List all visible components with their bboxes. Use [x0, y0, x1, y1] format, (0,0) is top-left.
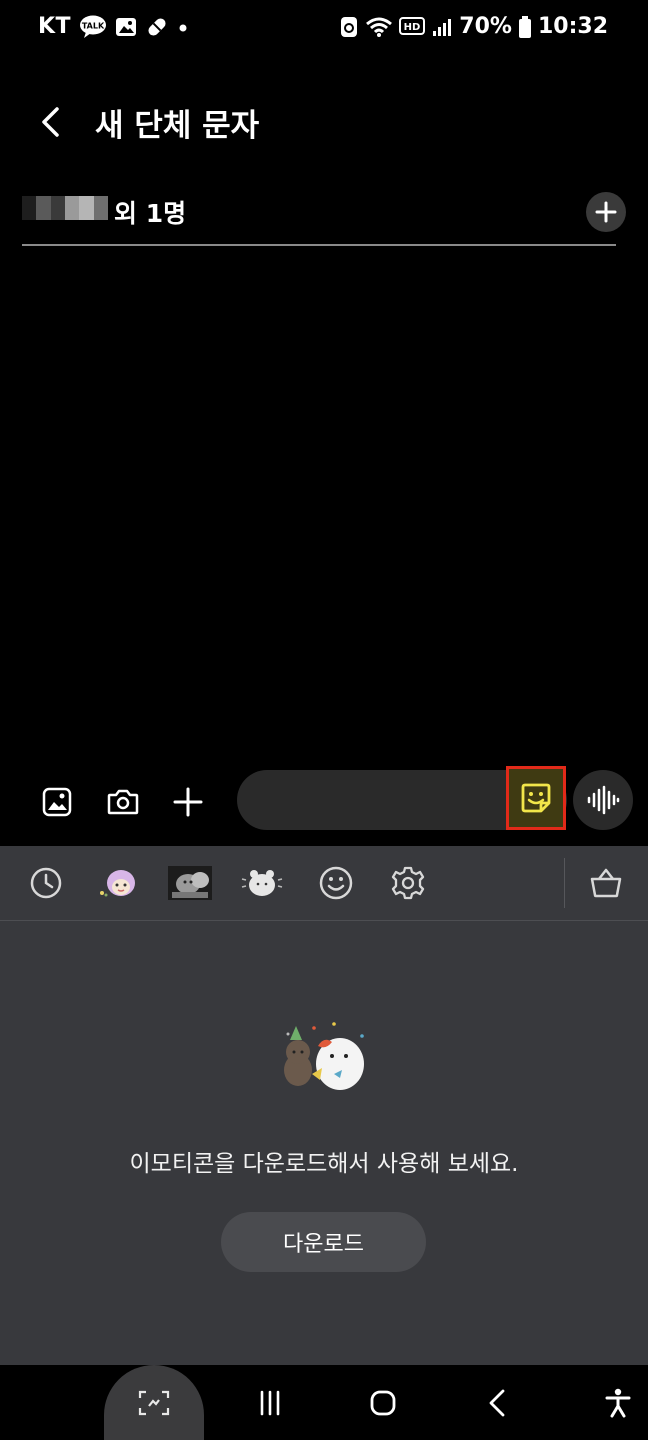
- carrier-label: KT: [38, 14, 72, 39]
- recipient-count: 외 1명: [114, 199, 187, 228]
- tab-emoji[interactable]: [314, 862, 358, 904]
- empty-state-message: 이모티콘을 다운로드해서 사용해 보세요.: [129, 1151, 519, 1177]
- sticker-character-3-icon: [240, 865, 284, 901]
- tab-settings[interactable]: [386, 862, 430, 904]
- battery-percent: 70%: [459, 14, 512, 39]
- camera-icon: [106, 786, 140, 818]
- smiley-icon: [318, 865, 354, 901]
- settings-icon: [390, 865, 426, 901]
- pill-icon: [145, 15, 169, 39]
- hd-badge-text: HD: [404, 22, 421, 33]
- add-recipient-button[interactable]: [586, 192, 626, 232]
- page-title: 새 단체 문자: [95, 108, 260, 144]
- celebration-illustration: [274, 1018, 374, 1098]
- home-icon: [369, 1389, 397, 1417]
- back-button[interactable]: [30, 100, 70, 144]
- gallery-icon: [115, 16, 137, 38]
- recipient-name-redacted: [22, 196, 108, 220]
- battery-icon: [518, 15, 532, 39]
- screen-capture-button[interactable]: [104, 1365, 204, 1440]
- tab-sticker-character-1[interactable]: [96, 862, 140, 904]
- status-left: KT TALK: [38, 14, 189, 39]
- more-attach-button[interactable]: [168, 782, 208, 822]
- tab-recent[interactable]: [24, 862, 68, 904]
- emoji-tabs: [0, 846, 648, 921]
- talk-badge-text: TALK: [82, 21, 105, 30]
- system-back-button[interactable]: [477, 1383, 517, 1423]
- wifi-icon: [365, 16, 393, 38]
- recipient-field[interactable]: 외 1명: [22, 190, 626, 246]
- tab-sticker-character-2[interactable]: [168, 862, 212, 904]
- recent-apps-button[interactable]: [250, 1383, 290, 1423]
- basket-icon: [589, 866, 623, 900]
- back-icon: [486, 1388, 508, 1418]
- screen-capture-icon: [138, 1390, 170, 1416]
- accessibility-icon: [605, 1388, 631, 1418]
- hd-icon: HD: [399, 16, 426, 38]
- sticker-icon: [519, 781, 553, 815]
- download-button[interactable]: 다운로드: [221, 1212, 426, 1272]
- image-icon: [41, 786, 73, 818]
- emoji-button[interactable]: [506, 766, 566, 830]
- emoji-panel: 이모티콘을 다운로드해서 사용해 보세요. 다운로드: [0, 846, 648, 1365]
- status-right: HD 70% 10:32: [339, 14, 608, 39]
- plus-icon: [172, 786, 204, 818]
- home-button[interactable]: [363, 1383, 403, 1423]
- plus-icon: [594, 200, 618, 224]
- tab-divider: [564, 858, 565, 908]
- camera-button[interactable]: [103, 782, 143, 822]
- recycle-icon: [339, 15, 359, 39]
- status-bar: KT TALK HD 70% 10:32: [0, 0, 648, 56]
- voice-input-button[interactable]: [573, 770, 633, 830]
- kakaotalk-icon: TALK: [79, 15, 107, 39]
- back-arrow-icon: [38, 106, 62, 138]
- emoji-store-button[interactable]: [584, 862, 628, 904]
- sticker-character-1-icon: [96, 863, 140, 903]
- compose-bar: [0, 765, 648, 837]
- gallery-button[interactable]: [37, 782, 77, 822]
- recent-apps-icon: [256, 1389, 284, 1417]
- voice-wave-icon: [586, 785, 620, 815]
- clock: 10:32: [537, 14, 608, 39]
- accessibility-button[interactable]: [598, 1383, 638, 1423]
- dot-icon: [177, 15, 189, 39]
- recent-icon: [29, 866, 63, 900]
- tab-sticker-character-3[interactable]: [240, 862, 284, 904]
- navigation-bar: [0, 1365, 648, 1440]
- signal-icon: [431, 16, 453, 38]
- sticker-character-2-icon: [168, 866, 212, 900]
